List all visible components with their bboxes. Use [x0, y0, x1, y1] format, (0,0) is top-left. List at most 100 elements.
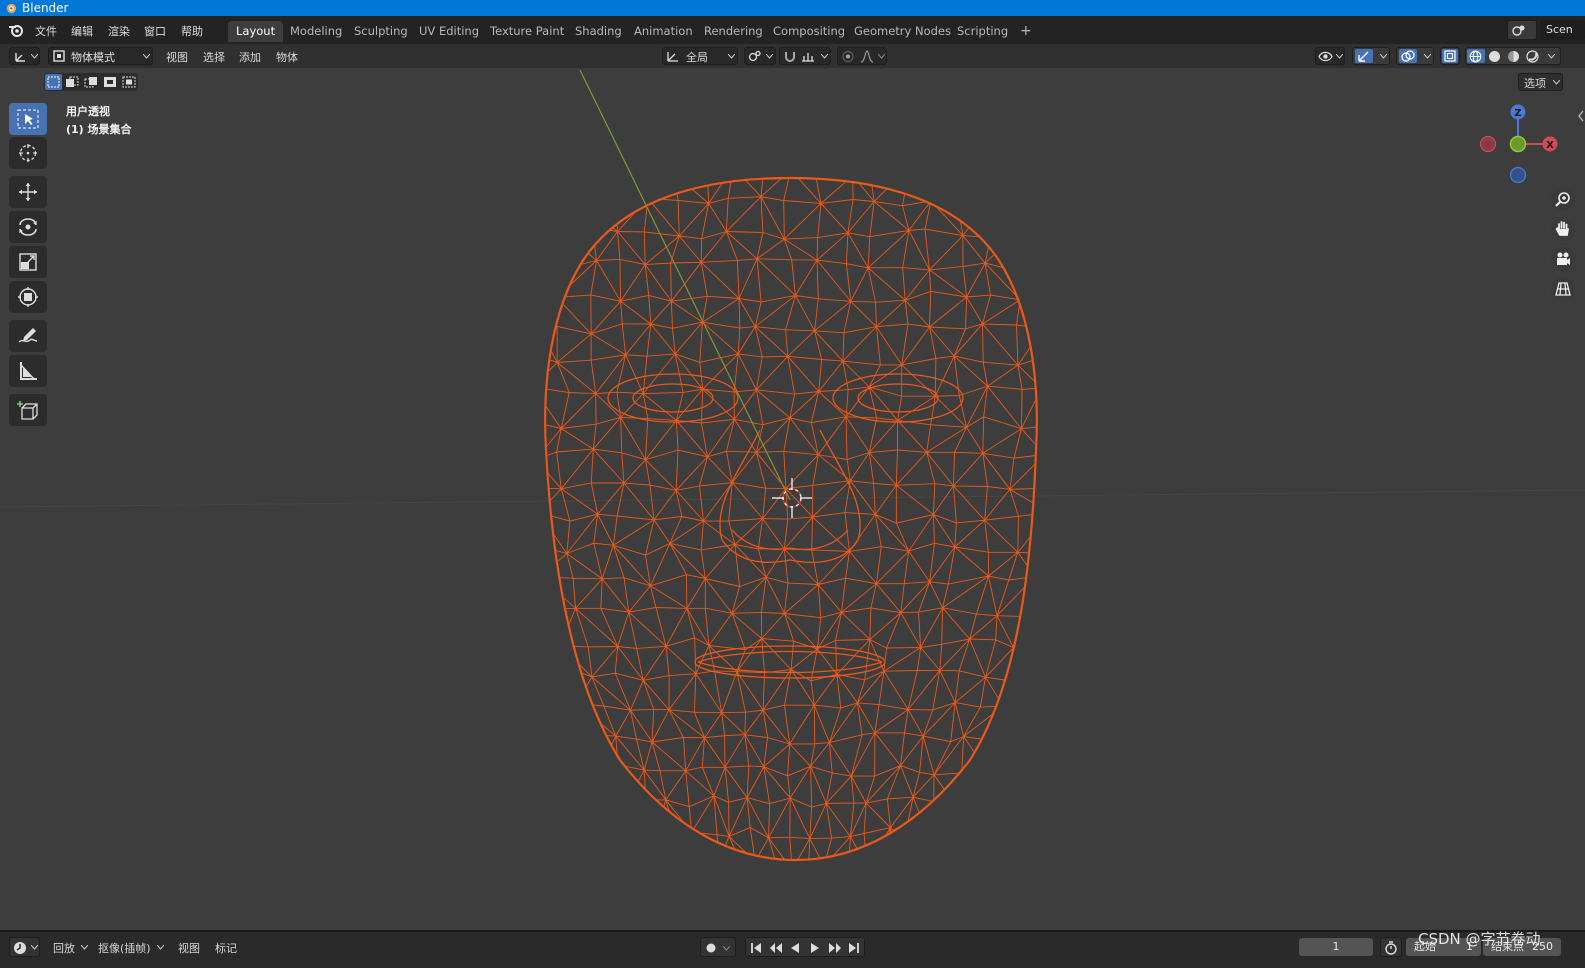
wireframe-shading-icon[interactable]: [1469, 50, 1482, 63]
visibility-button[interactable]: [1315, 47, 1345, 65]
gizmo-icon: [1358, 51, 1369, 62]
z-axis-label: Z: [1514, 108, 1521, 119]
hand-icon: [1555, 221, 1569, 236]
chevron-down-icon: [31, 945, 38, 950]
camera-icon: [1557, 252, 1570, 265]
menu-add[interactable]: 添加: [239, 49, 261, 65]
editor-type-button[interactable]: [9, 47, 40, 65]
tab-animation[interactable]: Animation: [626, 21, 701, 42]
scene-selector-button[interactable]: [1507, 20, 1537, 40]
tab-sculpting[interactable]: Sculpting: [346, 21, 416, 42]
xray-icon: [1444, 50, 1456, 62]
blender-menu-icon[interactable]: [8, 22, 24, 38]
window-titlebar: Blender: [0, 0, 1585, 16]
overlays-button[interactable]: [1396, 47, 1434, 65]
chevron-down-icon: [81, 945, 88, 950]
stopwatch-icon: [1385, 941, 1397, 955]
snap-button[interactable]: [779, 47, 831, 65]
xray-toggle-button[interactable]: [1440, 47, 1460, 65]
face-mesh[interactable]: [529, 165, 1052, 871]
prev-keyframe-icon[interactable]: [769, 942, 783, 954]
pivot-point-button[interactable]: [744, 47, 776, 65]
scene-name-field[interactable]: Scen: [1540, 20, 1585, 40]
orientation-label: 全局: [686, 51, 708, 64]
viewport-canvas[interactable]: [0, 68, 1585, 930]
sidebar-toggle-icon[interactable]: [1577, 110, 1585, 122]
tab-scripting[interactable]: Scripting: [949, 21, 1016, 42]
chevron-down-icon: [31, 54, 38, 59]
zoom-button[interactable]: [1551, 187, 1575, 211]
tab-modeling[interactable]: Modeling: [282, 21, 350, 42]
playback-menu[interactable]: 回放: [48, 937, 90, 957]
menu-render[interactable]: 渲染: [108, 23, 130, 39]
tab-rendering[interactable]: Rendering: [696, 21, 771, 42]
add-workspace-button[interactable]: +: [1012, 21, 1040, 42]
snap-increment-icon: [802, 53, 814, 62]
neg-z-axis-ball[interactable]: [1509, 166, 1527, 184]
material-shading-icon[interactable]: [1507, 50, 1520, 63]
menu-window[interactable]: 窗口: [144, 23, 166, 39]
neg-x-axis-ball[interactable]: [1479, 135, 1497, 153]
keying-label: 抠像(插帧): [98, 942, 151, 955]
timeline-marker-menu[interactable]: 标记: [215, 940, 237, 956]
menu-view[interactable]: 视图: [166, 49, 188, 65]
chevron-down-icon: [766, 54, 773, 59]
navigation-gizmo[interactable]: Z X: [1478, 100, 1578, 190]
tab-geometry-nodes[interactable]: Geometry Nodes: [846, 21, 959, 42]
gizmo-toggle-button[interactable]: [1352, 47, 1390, 65]
timeline-editor-type-button[interactable]: [9, 937, 40, 957]
tab-uv-editing[interactable]: UV Editing: [411, 21, 487, 42]
solid-shading-icon[interactable]: [1488, 50, 1501, 63]
blender-logo-icon: [6, 3, 17, 14]
chevron-down-icon: [1424, 54, 1431, 59]
watermark: CSDN @字节卷动: [1418, 930, 1541, 948]
mode-selector[interactable]: 物体模式: [48, 47, 153, 65]
top-bar: 文件 编辑 渲染 窗口 帮助 Layout Modeling Sculpting…: [0, 16, 1585, 44]
scene-name-label: Scen: [1546, 23, 1573, 36]
chevron-down-icon: [1336, 54, 1343, 59]
proportional-editing-button[interactable]: [837, 47, 887, 65]
tab-shading[interactable]: Shading: [567, 21, 630, 42]
tab-texture-paint[interactable]: Texture Paint: [482, 21, 572, 42]
mode-label: 物体模式: [71, 51, 115, 64]
preview-range-button[interactable]: [1380, 937, 1402, 957]
keying-menu[interactable]: 抠像(插帧): [92, 937, 167, 957]
tab-compositing[interactable]: Compositing: [765, 21, 853, 42]
3d-cursor[interactable]: [772, 478, 812, 518]
jump-start-icon[interactable]: [750, 942, 762, 954]
chevron-down-icon: [1548, 54, 1555, 59]
magnet-icon: [785, 52, 795, 62]
chevron-down-icon: [821, 54, 828, 59]
falloff-icon: [860, 50, 874, 63]
transform-orientation-selector[interactable]: 全局: [662, 47, 738, 65]
menu-help[interactable]: 帮助: [181, 23, 203, 39]
orientation-icon: [667, 52, 678, 62]
menu-object[interactable]: 物体: [276, 49, 298, 65]
rendered-shading-icon[interactable]: [1526, 50, 1539, 63]
y-axis-ball[interactable]: [1509, 135, 1527, 153]
proportional-icon: [842, 51, 854, 62]
window-title: Blender: [22, 1, 69, 15]
menu-file[interactable]: 文件: [35, 23, 57, 39]
jump-end-icon[interactable]: [848, 942, 860, 954]
play-reverse-icon[interactable]: [789, 942, 801, 954]
play-icon[interactable]: [809, 942, 821, 954]
camera-view-button[interactable]: [1551, 247, 1575, 271]
chevron-down-icon: [723, 946, 730, 951]
tab-layout[interactable]: Layout: [228, 21, 284, 42]
mesh-edges: [545, 178, 1037, 860]
viewport-header: 物体模式 视图 选择 添加 物体 全局: [0, 44, 1585, 68]
chevron-down-icon: [157, 945, 164, 950]
current-frame-field[interactable]: 1: [1299, 938, 1373, 956]
record-icon: [706, 943, 716, 953]
playback-label: 回放: [53, 942, 75, 955]
auto-keying-button[interactable]: [700, 937, 736, 957]
menu-select[interactable]: 选择: [203, 49, 225, 65]
timeline-header: 回放 抠像(插帧) 视图 标记 1 起始 1 结束点 250: [0, 930, 1585, 968]
clock-icon: [14, 942, 26, 954]
menu-edit[interactable]: 编辑: [71, 23, 93, 39]
ortho-toggle-button[interactable]: [1551, 277, 1575, 301]
timeline-view-menu[interactable]: 视图: [178, 940, 200, 956]
next-keyframe-icon[interactable]: [828, 942, 842, 954]
pan-button[interactable]: [1551, 217, 1575, 241]
